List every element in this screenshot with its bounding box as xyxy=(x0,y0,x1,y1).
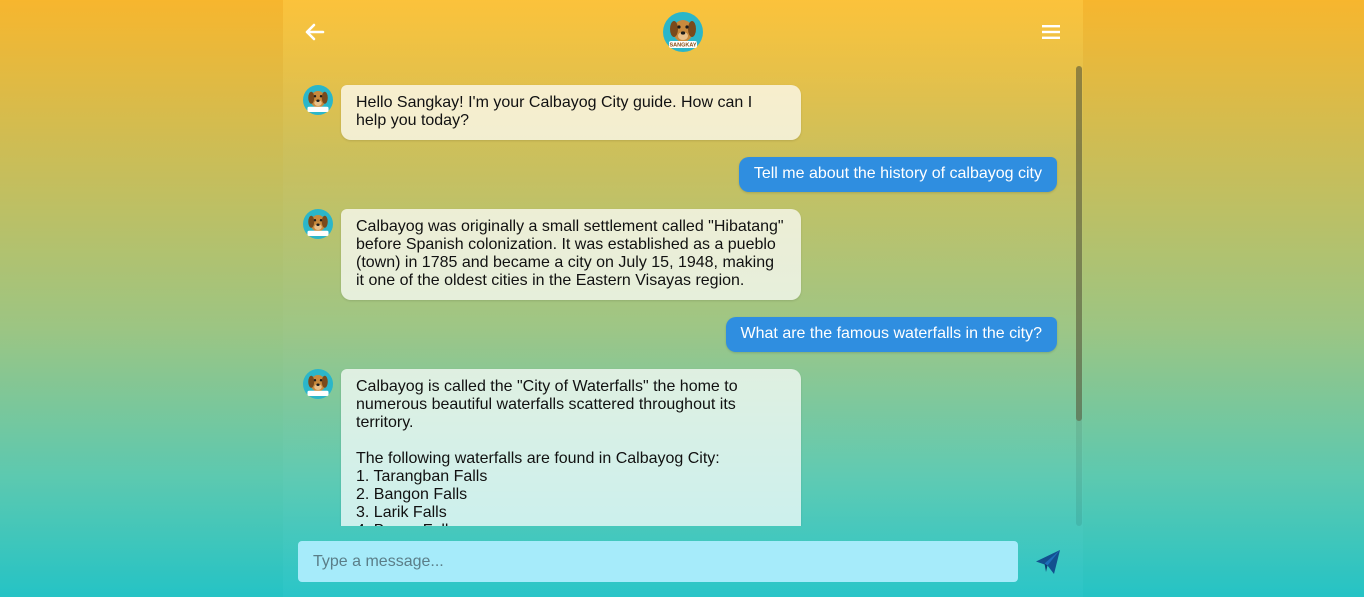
scrollbar-thumb[interactable] xyxy=(1076,66,1082,421)
logo-text: SANGKAY xyxy=(670,43,697,49)
header: SANGKAY xyxy=(283,0,1083,64)
arrow-left-icon xyxy=(305,23,325,41)
bot-avatar xyxy=(303,209,333,239)
bot-avatar xyxy=(303,85,333,115)
bot-message: Calbayog is called the "City of Waterfal… xyxy=(341,369,801,526)
user-message: Tell me about the history of calbayog ci… xyxy=(738,157,1057,192)
bot-avatar xyxy=(303,369,333,399)
message-input[interactable] xyxy=(298,541,1018,582)
chat-app: SANGKAY Hello Sangkay! I'm your Calbayog… xyxy=(283,0,1083,597)
menu-button[interactable] xyxy=(1039,20,1063,44)
user-message: What are the famous waterfalls in the ci… xyxy=(725,317,1057,352)
chat-scrollbar[interactable] xyxy=(1076,66,1082,526)
bot-message: Hello Sangkay! I'm your Calbayog City gu… xyxy=(341,85,801,140)
bot-message: Calbayog was originally a small settleme… xyxy=(341,209,801,300)
sangkay-logo: SANGKAY xyxy=(663,12,703,52)
message-list[interactable]: Hello Sangkay! I'm your Calbayog City gu… xyxy=(283,66,1083,526)
back-button[interactable] xyxy=(303,20,327,44)
send-button[interactable] xyxy=(1034,548,1062,576)
paper-plane-send-icon xyxy=(1036,550,1060,574)
hamburger-menu-icon xyxy=(1042,25,1060,39)
